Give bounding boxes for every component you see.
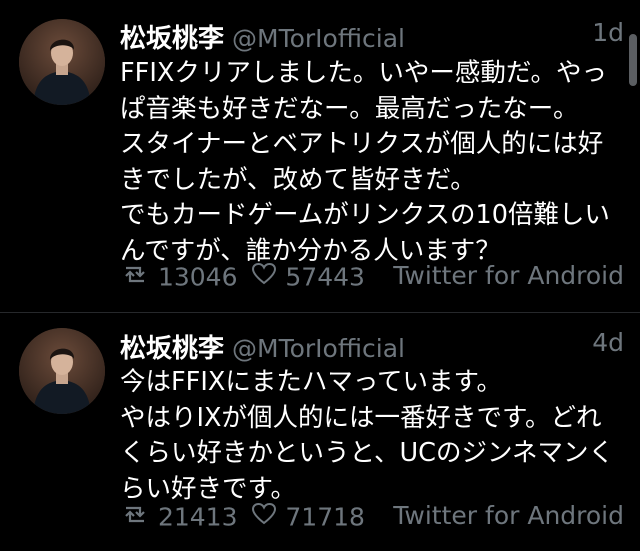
- like-count: 71718: [285, 502, 365, 532]
- heart-icon[interactable]: [251, 262, 277, 292]
- retweet-icon[interactable]: [120, 502, 150, 532]
- display-name[interactable]: 松坂桃李: [120, 24, 224, 54]
- avatar-image: [19, 19, 105, 105]
- display-name[interactable]: 松坂桃李: [120, 334, 224, 364]
- retweet-count: 13046: [157, 262, 238, 292]
- tweet-timestamp[interactable]: 4d: [592, 328, 624, 357]
- tweet[interactable]: 松坂桃李 @MTorIofficial 1d FFIXクリアしました。いやー感動だ…: [0, 0, 640, 312]
- tweet-source[interactable]: Twitter for Android: [393, 261, 624, 290]
- tweet-text-line: きでしたが、改めて皆好きだ。: [120, 164, 476, 195]
- retweet-icon[interactable]: [120, 262, 150, 292]
- tweet-text-line: ぱ音楽も好きだなー。最高だったなー。: [120, 93, 579, 124]
- tweet-actions: 21413 71718 Twitter for Android: [120, 501, 624, 535]
- avatar[interactable]: [19, 19, 105, 105]
- tweet-actions: 13046 57443 Twitter for Android: [120, 261, 624, 295]
- retweet-count: 21413: [157, 502, 238, 532]
- user-handle[interactable]: @MTorIofficial: [232, 334, 405, 363]
- tweet-text: FFIXクリアしました。いやー感動だ。やっ ぱ音楽も好きだなー。最高だったなー。…: [120, 56, 625, 269]
- like-count: 57443: [285, 262, 365, 292]
- tweet-text-line: やはりIXが個人的には一番好きです。どれ: [120, 402, 602, 433]
- avatar[interactable]: [19, 328, 105, 414]
- tweet-timestamp[interactable]: 1d: [592, 18, 624, 47]
- tweet-text-line: でもカードゲームがリンクスの10倍難しい: [120, 200, 610, 230]
- tweet-text-line: スタイナーとベアトリクスが個人的には好: [120, 129, 604, 159]
- scrollbar[interactable]: [629, 34, 637, 86]
- timeline: 松坂桃李 @MTorIofficial 1d FFIXクリアしました。いやー感動だ…: [0, 0, 640, 551]
- tweet-text-line: くらい好きかというと、UCのジンネマンく: [120, 438, 614, 468]
- avatar-image: [19, 328, 105, 414]
- tweet-header: 松坂桃李 @MTorIofficial 1d: [120, 18, 624, 54]
- tweet-text-line: FFIXクリアしました。いやー感動だ。やっ: [120, 58, 608, 88]
- user-handle[interactable]: @MTorIofficial: [232, 24, 405, 53]
- tweet-source[interactable]: Twitter for Android: [393, 501, 624, 530]
- tweet-text-line: 今はFFIXにまたハマっています。: [120, 367, 503, 397]
- tweet-header: 松坂桃李 @MTorIofficial 4d: [120, 328, 624, 364]
- tweet-text: 今はFFIXにまたハマっています。 やはりIXが個人的には一番好きです。どれ く…: [120, 365, 625, 507]
- tweet[interactable]: 松坂桃李 @MTorIofficial 4d 今はFFIXにまたハマっています。 …: [0, 312, 640, 551]
- heart-icon[interactable]: [251, 502, 277, 532]
